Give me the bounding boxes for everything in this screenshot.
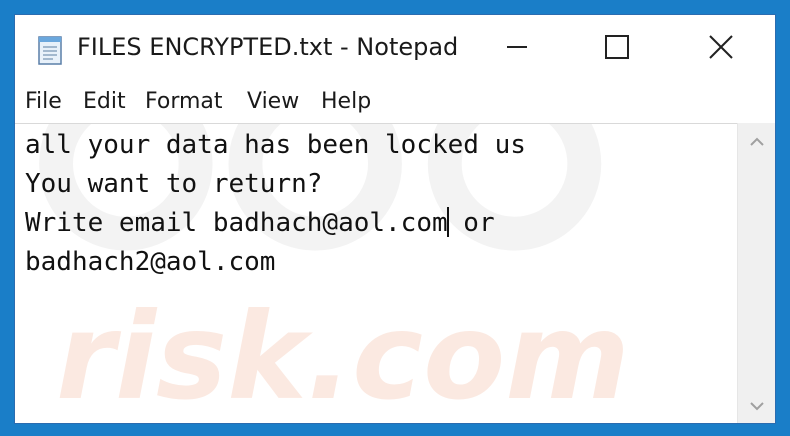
text-line: all your data has been locked us (25, 130, 526, 160)
vertical-scrollbar[interactable] (737, 123, 775, 423)
text-line: badhach2@aol.com (25, 247, 276, 277)
menu-file[interactable]: File (25, 89, 62, 114)
text-line: You want to return? (25, 169, 323, 199)
document-text: all your data has been locked us You wan… (25, 126, 526, 282)
maximize-button[interactable] (587, 15, 647, 83)
text-segment: or (447, 208, 495, 238)
menu-format[interactable]: Format (145, 89, 223, 114)
close-icon (708, 34, 734, 64)
svg-text:risk.com: risk.com (56, 288, 630, 424)
maximize-icon (604, 34, 630, 64)
chevron-up-icon (749, 133, 765, 152)
title-bar[interactable]: FILES ENCRYPTED.txt - Notepad (15, 15, 775, 83)
window-title: FILES ENCRYPTED.txt - Notepad (77, 33, 459, 61)
menu-bar: File Edit Format View Help (15, 83, 775, 121)
scroll-down-button[interactable] (738, 391, 775, 421)
menu-view[interactable]: View (247, 89, 299, 114)
notepad-window: FILES ENCRYPTED.txt - Notepad File Edit … (14, 14, 776, 424)
notepad-icon (33, 33, 67, 67)
minimize-icon (505, 35, 529, 63)
text-segment: Write email badhach@aol.com (25, 208, 448, 238)
close-button[interactable] (691, 15, 751, 83)
scroll-up-button[interactable] (738, 127, 775, 157)
text-line: Write email badhach@aol.com or (25, 204, 526, 243)
menu-help[interactable]: Help (321, 89, 371, 114)
chevron-down-icon (749, 397, 765, 416)
text-editor[interactable]: risk.com all your data has been locked u… (15, 123, 737, 424)
minimize-button[interactable] (487, 15, 547, 83)
menu-edit[interactable]: Edit (83, 89, 126, 114)
